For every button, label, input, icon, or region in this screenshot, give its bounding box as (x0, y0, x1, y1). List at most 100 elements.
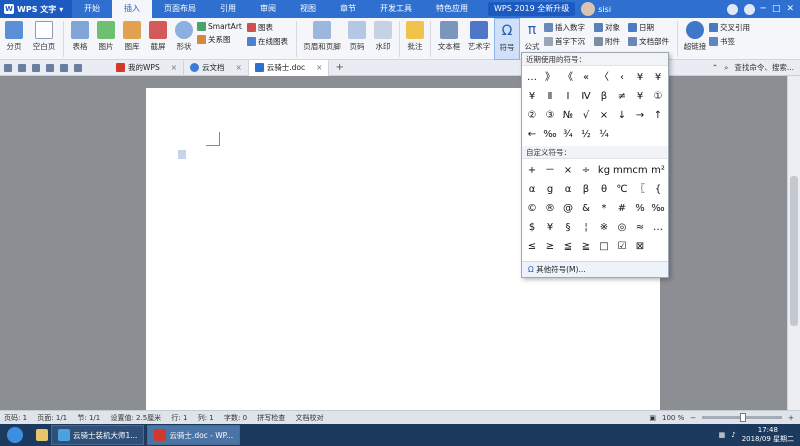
symbol-cell[interactable]: % (631, 199, 649, 218)
zoom-level[interactable]: 100 % (662, 414, 684, 422)
tab-view[interactable]: 视图 (288, 0, 328, 18)
symbol-cell[interactable]: … (523, 68, 541, 87)
symbol-cell[interactable]: … (649, 218, 667, 237)
help-icon[interactable] (743, 3, 755, 15)
symbol-cell[interactable]: ‰ (649, 199, 667, 218)
close-tab-icon[interactable]: × (171, 63, 177, 72)
symbol-cell[interactable]: √ (577, 106, 595, 125)
print-icon[interactable] (32, 63, 40, 72)
relation-button[interactable]: 关系图 (197, 34, 247, 45)
doc-parts-button[interactable]: 文档部件 (628, 36, 674, 47)
symbol-cell[interactable]: # (613, 199, 631, 218)
symbol-cell[interactable]: ↑ (649, 106, 667, 125)
symbol-cell[interactable]: Ⅳ (577, 87, 595, 106)
close-tab-icon[interactable]: × (316, 63, 322, 72)
symbol-cell[interactable]: ¥ (649, 68, 667, 87)
symbol-cell[interactable]: cm (631, 161, 649, 180)
symbol-cell[interactable]: ☑ (613, 237, 631, 256)
symbol-cell[interactable]: ¾ (559, 125, 577, 144)
tab-start[interactable]: 开始 (72, 0, 112, 18)
symbol-cell[interactable]: ¥ (541, 218, 559, 237)
zoom-slider[interactable] (702, 413, 783, 422)
symbol-cell[interactable]: ① (649, 87, 667, 106)
symbol-cell[interactable]: § (559, 218, 577, 237)
shapes-button[interactable]: 形状 (171, 18, 197, 60)
online-chart-button[interactable]: 在线图表 (247, 36, 293, 47)
symbol-cell[interactable]: ¥ (523, 87, 541, 106)
symbol-cell[interactable]: α (523, 180, 541, 199)
symbol-cell[interactable]: ↓ (613, 106, 631, 125)
table-button[interactable]: 表格 (67, 18, 93, 60)
symbol-cell[interactable]: ¼ (595, 125, 613, 144)
open-icon[interactable] (4, 63, 12, 72)
symbol-cell[interactable]: ≈ (631, 218, 649, 237)
smartart-button[interactable]: SmartArt (197, 22, 247, 31)
zoom-out-icon[interactable]: − (690, 414, 696, 422)
symbol-cell[interactable]: ≠ (613, 87, 631, 106)
symbol-cell[interactable]: 《 (559, 68, 577, 87)
symbol-cell[interactable]: + (523, 161, 541, 180)
tab-current-doc[interactable]: 云骑士.doc × (248, 59, 330, 76)
symbol-cell[interactable]: － (541, 161, 559, 180)
textbox-button[interactable]: 文本框 (434, 18, 464, 60)
screenshot-button[interactable]: 截屏 (145, 18, 171, 60)
save-icon[interactable] (18, 63, 26, 72)
symbol-cell[interactable]: Ⅱ (541, 87, 559, 106)
zoom-slider-thumb[interactable] (740, 413, 747, 422)
symbol-cell[interactable]: ÷ (577, 161, 595, 180)
symbol-cell[interactable]: * (595, 199, 613, 218)
symbol-cell[interactable]: ※ (595, 218, 613, 237)
symbol-cell[interactable]: → (631, 106, 649, 125)
symbol-cell[interactable]: m² (649, 161, 667, 180)
symbol-cell[interactable]: ← (523, 125, 541, 144)
skin-icon[interactable] (726, 3, 738, 15)
symbol-cell[interactable]: × (559, 161, 577, 180)
symbol-cell[interactable]: ½ (577, 125, 595, 144)
object-button[interactable]: 对象 (594, 22, 628, 33)
proofread-button[interactable]: 文档校对 (296, 414, 324, 422)
gallery-button[interactable]: 图库 (119, 18, 145, 60)
symbol-cell[interactable]: ¥ (631, 68, 649, 87)
spell-check-toggle[interactable]: 拼写检查 (257, 414, 285, 422)
tab-my-wps[interactable]: 我的WPS × (110, 59, 184, 76)
app-menu-button[interactable]: W WPS 文字 ▾ (0, 0, 72, 18)
symbol-cell[interactable]: β (595, 87, 613, 106)
symbol-cell[interactable]: ② (523, 106, 541, 125)
tab-section[interactable]: 章节 (328, 0, 368, 18)
symbol-cell[interactable]: ≧ (577, 237, 595, 256)
symbol-cell[interactable]: kg (595, 161, 613, 180)
symbol-cell[interactable]: mm (613, 161, 632, 180)
date-button[interactable]: 日期 (628, 22, 674, 33)
insert-number-button[interactable]: 插入数字 (544, 22, 594, 33)
symbol-cell[interactable]: ℃ (613, 180, 631, 199)
explorer-icon[interactable] (36, 429, 48, 441)
tab-features[interactable]: 特色应用 (424, 0, 480, 18)
user-menu[interactable]: sisi (581, 2, 611, 16)
command-search-input[interactable]: 查找命令、搜索... (734, 62, 794, 73)
symbol-cell[interactable]: ③ (541, 106, 559, 125)
symbol-cell[interactable]: & (577, 199, 595, 218)
symbol-cell[interactable]: ≥ (541, 237, 559, 256)
page-break-button[interactable]: 分页 (0, 18, 28, 60)
symbol-cell[interactable]: × (595, 106, 613, 125)
blank-page-button[interactable]: 空白页 (28, 18, 60, 60)
preview-icon[interactable] (46, 63, 54, 72)
undo-icon[interactable] (60, 63, 68, 72)
crossref-button[interactable]: 交叉引用 (709, 22, 753, 33)
tab-developer[interactable]: 开发工具 (368, 0, 424, 18)
redo-icon[interactable] (74, 63, 82, 72)
hyperlink-button[interactable]: 超链接 (681, 18, 709, 60)
bookmark-button[interactable]: 书签 (709, 36, 753, 47)
maximize-icon[interactable]: □ (772, 4, 781, 15)
symbol-cell[interactable]: « (577, 68, 595, 87)
symbol-cell[interactable]: β (577, 180, 595, 199)
start-button[interactable] (0, 424, 30, 446)
symbol-cell[interactable]: ◎ (613, 218, 631, 237)
symbol-cell[interactable]: @ (559, 199, 577, 218)
picture-button[interactable]: 图片 (93, 18, 119, 60)
symbol-cell[interactable]: g (541, 180, 559, 199)
symbol-cell[interactable]: ‰ (541, 125, 559, 144)
symbol-cell[interactable]: 〈 (595, 68, 613, 87)
page-number-button[interactable]: 页码 (344, 18, 370, 60)
symbol-cell[interactable]: { (649, 180, 667, 199)
